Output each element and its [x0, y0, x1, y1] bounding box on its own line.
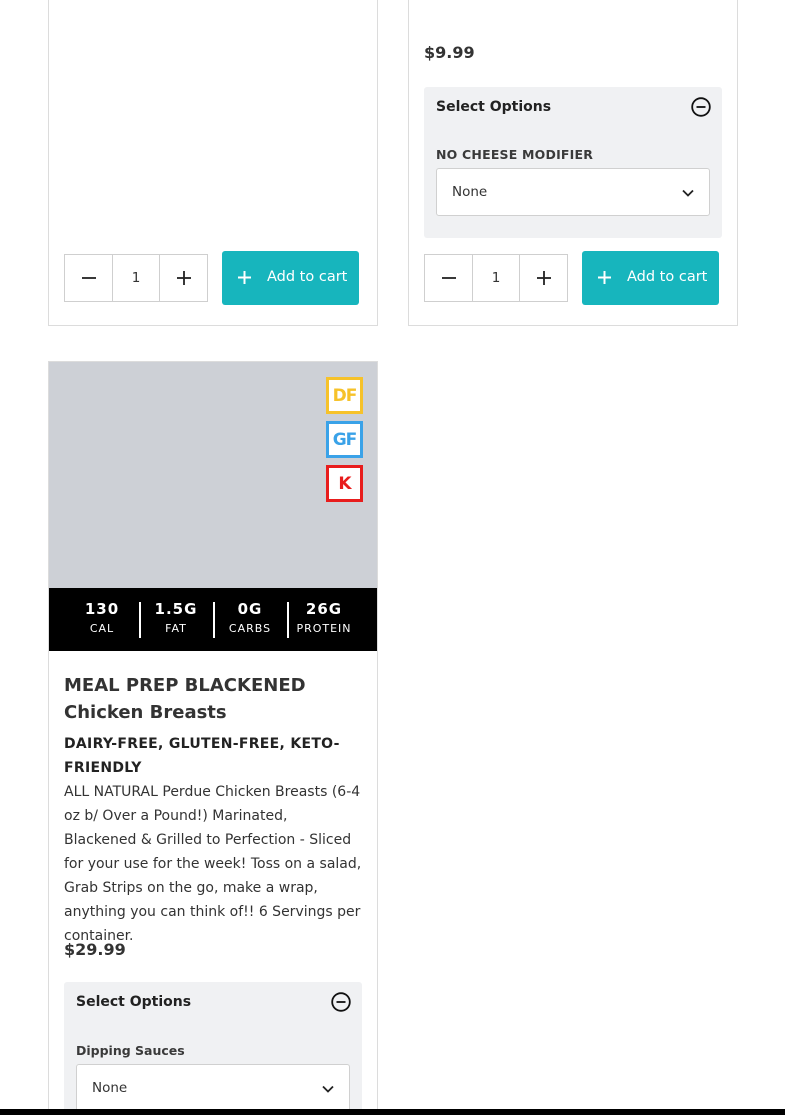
nutrition-calories: 130 CAL — [65, 588, 139, 651]
nutrition-label: CARBS — [228, 622, 272, 635]
chevron-down-icon — [682, 189, 694, 197]
select-value: None — [92, 1080, 128, 1096]
add-to-cart-label: Add to cart — [267, 269, 348, 285]
decrement-button[interactable] — [65, 255, 112, 301]
dairy-free-badge-icon: DF — [326, 377, 363, 414]
decrement-button[interactable] — [425, 255, 472, 301]
minus-icon — [441, 277, 456, 279]
modifier-select[interactable]: None — [436, 168, 710, 216]
product-description: ALL NATURAL Perdue Chicken Breasts (6-4 … — [64, 784, 362, 944]
modifier-label: Dipping Sauces — [76, 1043, 185, 1058]
plus-icon — [536, 271, 551, 285]
nutrition-value: 26G — [305, 600, 343, 618]
chevron-down-icon — [322, 1085, 334, 1093]
nutrition-value: 1.5G — [154, 600, 198, 618]
add-to-cart-button[interactable]: Add to cart — [222, 251, 359, 305]
product-card-top-left: 1 Add to cart — [48, 0, 378, 326]
product-image[interactable]: DF GF K — [49, 362, 377, 588]
increment-button[interactable] — [160, 255, 207, 301]
minus-circle-icon[interactable] — [331, 992, 351, 1012]
add-to-cart-label: Add to cart — [627, 269, 708, 285]
minus-circle-icon[interactable] — [691, 97, 711, 117]
plus-icon — [176, 271, 191, 285]
product-price: $29.99 — [64, 940, 126, 959]
nutrition-label: FAT — [165, 622, 187, 635]
quantity-stepper: 1 — [424, 254, 568, 302]
product-card-top-right: $9.99 Select Options NO CHEESE MODIFIER … — [408, 0, 738, 326]
product-price: $9.99 — [424, 43, 475, 62]
quantity-input[interactable]: 1 — [472, 255, 520, 301]
gluten-free-badge-icon: GF — [326, 421, 363, 458]
nutrition-label: CAL — [89, 622, 115, 635]
nutrition-value: 130 — [84, 600, 120, 618]
options-title: Select Options — [436, 99, 552, 115]
plus-icon — [598, 271, 611, 284]
options-panel: Select Options NO CHEESE MODIFIER None — [424, 87, 722, 238]
options-panel: Select Options Dipping Sauces None — [64, 982, 362, 1115]
quantity-stepper: 1 — [64, 254, 208, 302]
options-title: Select Options — [76, 994, 192, 1010]
kosher-badge-icon: K — [326, 465, 363, 502]
select-value: None — [452, 184, 488, 200]
nutrition-value: 0G — [237, 600, 263, 618]
bottom-bar — [0, 1109, 785, 1115]
quantity-input[interactable]: 1 — [112, 255, 160, 301]
nutrition-fat: 1.5G FAT — [139, 588, 213, 651]
add-to-cart-button[interactable]: Add to cart — [582, 251, 719, 305]
modifier-label: NO CHEESE MODIFIER — [436, 147, 594, 162]
nutrition-protein: 26G PROTEIN — [287, 588, 361, 651]
diet-tags: DAIRY-FREE, GLUTEN-FREE, KETO-FRIENDLY — [64, 736, 340, 776]
minus-icon — [81, 277, 96, 279]
modifier-select[interactable]: None — [76, 1064, 350, 1112]
nutrition-carbs: 0G CARBS — [213, 588, 287, 651]
product-card-blackened-chicken: DF GF K 130 CAL 1.5G FAT 0G CARBS 26G PR… — [48, 361, 378, 1115]
nutrition-label: PROTEIN — [296, 622, 352, 635]
product-title[interactable]: MEAL PREP BLACKENED Chicken Breasts — [64, 672, 364, 726]
nutrition-bar: 130 CAL 1.5G FAT 0G CARBS 26G PROTEIN — [49, 588, 377, 651]
plus-icon — [238, 271, 251, 284]
increment-button[interactable] — [520, 255, 567, 301]
